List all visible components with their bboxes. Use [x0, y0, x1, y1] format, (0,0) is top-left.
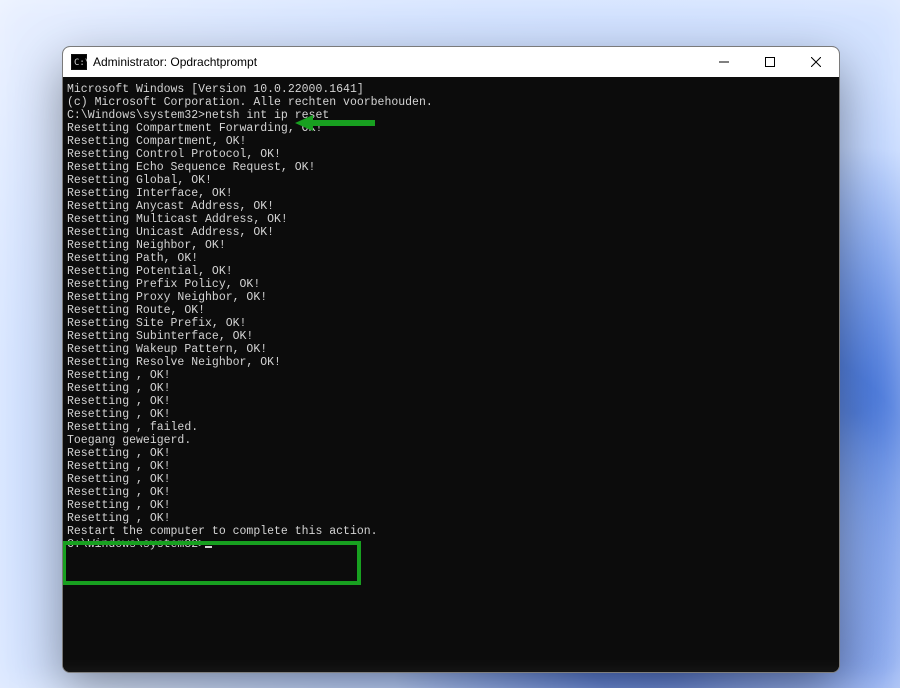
terminal-line: Resetting Route, OK!	[67, 304, 839, 317]
terminal-line: Resetting , OK!	[67, 382, 839, 395]
terminal-line: Resetting , OK!	[67, 460, 839, 473]
terminal-line: Resetting Multicast Address, OK!	[67, 213, 839, 226]
terminal-line: Resetting Resolve Neighbor, OK!	[67, 356, 839, 369]
terminal-line: Resetting Site Prefix, OK!	[67, 317, 839, 330]
terminal-line: Resetting Potential, OK!	[67, 265, 839, 278]
terminal-line: Microsoft Windows [Version 10.0.22000.16…	[67, 83, 839, 96]
terminal-line: Resetting Wakeup Pattern, OK!	[67, 343, 839, 356]
terminal-line: Resetting Echo Sequence Request, OK!	[67, 161, 839, 174]
desktop-wallpaper: C:\ Administrator: Opdrachtprompt Micros…	[0, 0, 900, 688]
terminal-line: Resetting , OK!	[67, 486, 839, 499]
terminal-line: Resetting Interface, OK!	[67, 187, 839, 200]
terminal-line: Resetting Global, OK!	[67, 174, 839, 187]
terminal-line: Resetting Path, OK!	[67, 252, 839, 265]
cursor	[205, 546, 212, 548]
terminal-line: Resetting Neighbor, OK!	[67, 239, 839, 252]
terminal-line: Resetting , OK!	[67, 447, 839, 460]
terminal-line: Resetting , OK!	[67, 369, 839, 382]
window-title: Administrator: Opdrachtprompt	[93, 55, 257, 69]
cmd-icon: C:\	[71, 54, 87, 70]
terminal-line: Resetting , OK!	[67, 395, 839, 408]
svg-text:C:\: C:\	[74, 58, 87, 68]
prompt-text: C:\Windows\system32>	[67, 538, 205, 551]
minimize-button[interactable]	[701, 47, 747, 77]
terminal-line: Resetting Subinterface, OK!	[67, 330, 839, 343]
terminal-line: Resetting , OK!	[67, 473, 839, 486]
terminal-line: Resetting Anycast Address, OK!	[67, 200, 839, 213]
terminal-line: Resetting Compartment Forwarding, OK!	[67, 122, 839, 135]
maximize-button[interactable]	[747, 47, 793, 77]
terminal-line: Resetting Control Protocol, OK!	[67, 148, 839, 161]
terminal-line: Resetting , OK!	[67, 499, 839, 512]
terminal-line: Toegang geweigerd.	[67, 434, 839, 447]
terminal-line: C:\Windows\system32>netsh int ip reset	[67, 109, 839, 122]
terminal-line: Resetting Unicast Address, OK!	[67, 226, 839, 239]
command-prompt-window: C:\ Administrator: Opdrachtprompt Micros…	[62, 46, 840, 673]
terminal-line: Resetting , OK!	[67, 512, 839, 525]
terminal-line: Resetting Compartment, OK!	[67, 135, 839, 148]
terminal-line: Resetting , failed.	[67, 421, 839, 434]
close-button[interactable]	[793, 47, 839, 77]
terminal-line: Resetting Proxy Neighbor, OK!	[67, 291, 839, 304]
titlebar[interactable]: C:\ Administrator: Opdrachtprompt	[63, 47, 839, 77]
terminal-line: Resetting , OK!	[67, 408, 839, 421]
terminal-line: (c) Microsoft Corporation. Alle rechten …	[67, 96, 839, 109]
terminal-line: Restart the computer to complete this ac…	[67, 525, 839, 538]
terminal-line: Resetting Prefix Policy, OK!	[67, 278, 839, 291]
terminal-output[interactable]: Microsoft Windows [Version 10.0.22000.16…	[63, 77, 839, 672]
terminal-prompt[interactable]: C:\Windows\system32>	[67, 538, 839, 551]
